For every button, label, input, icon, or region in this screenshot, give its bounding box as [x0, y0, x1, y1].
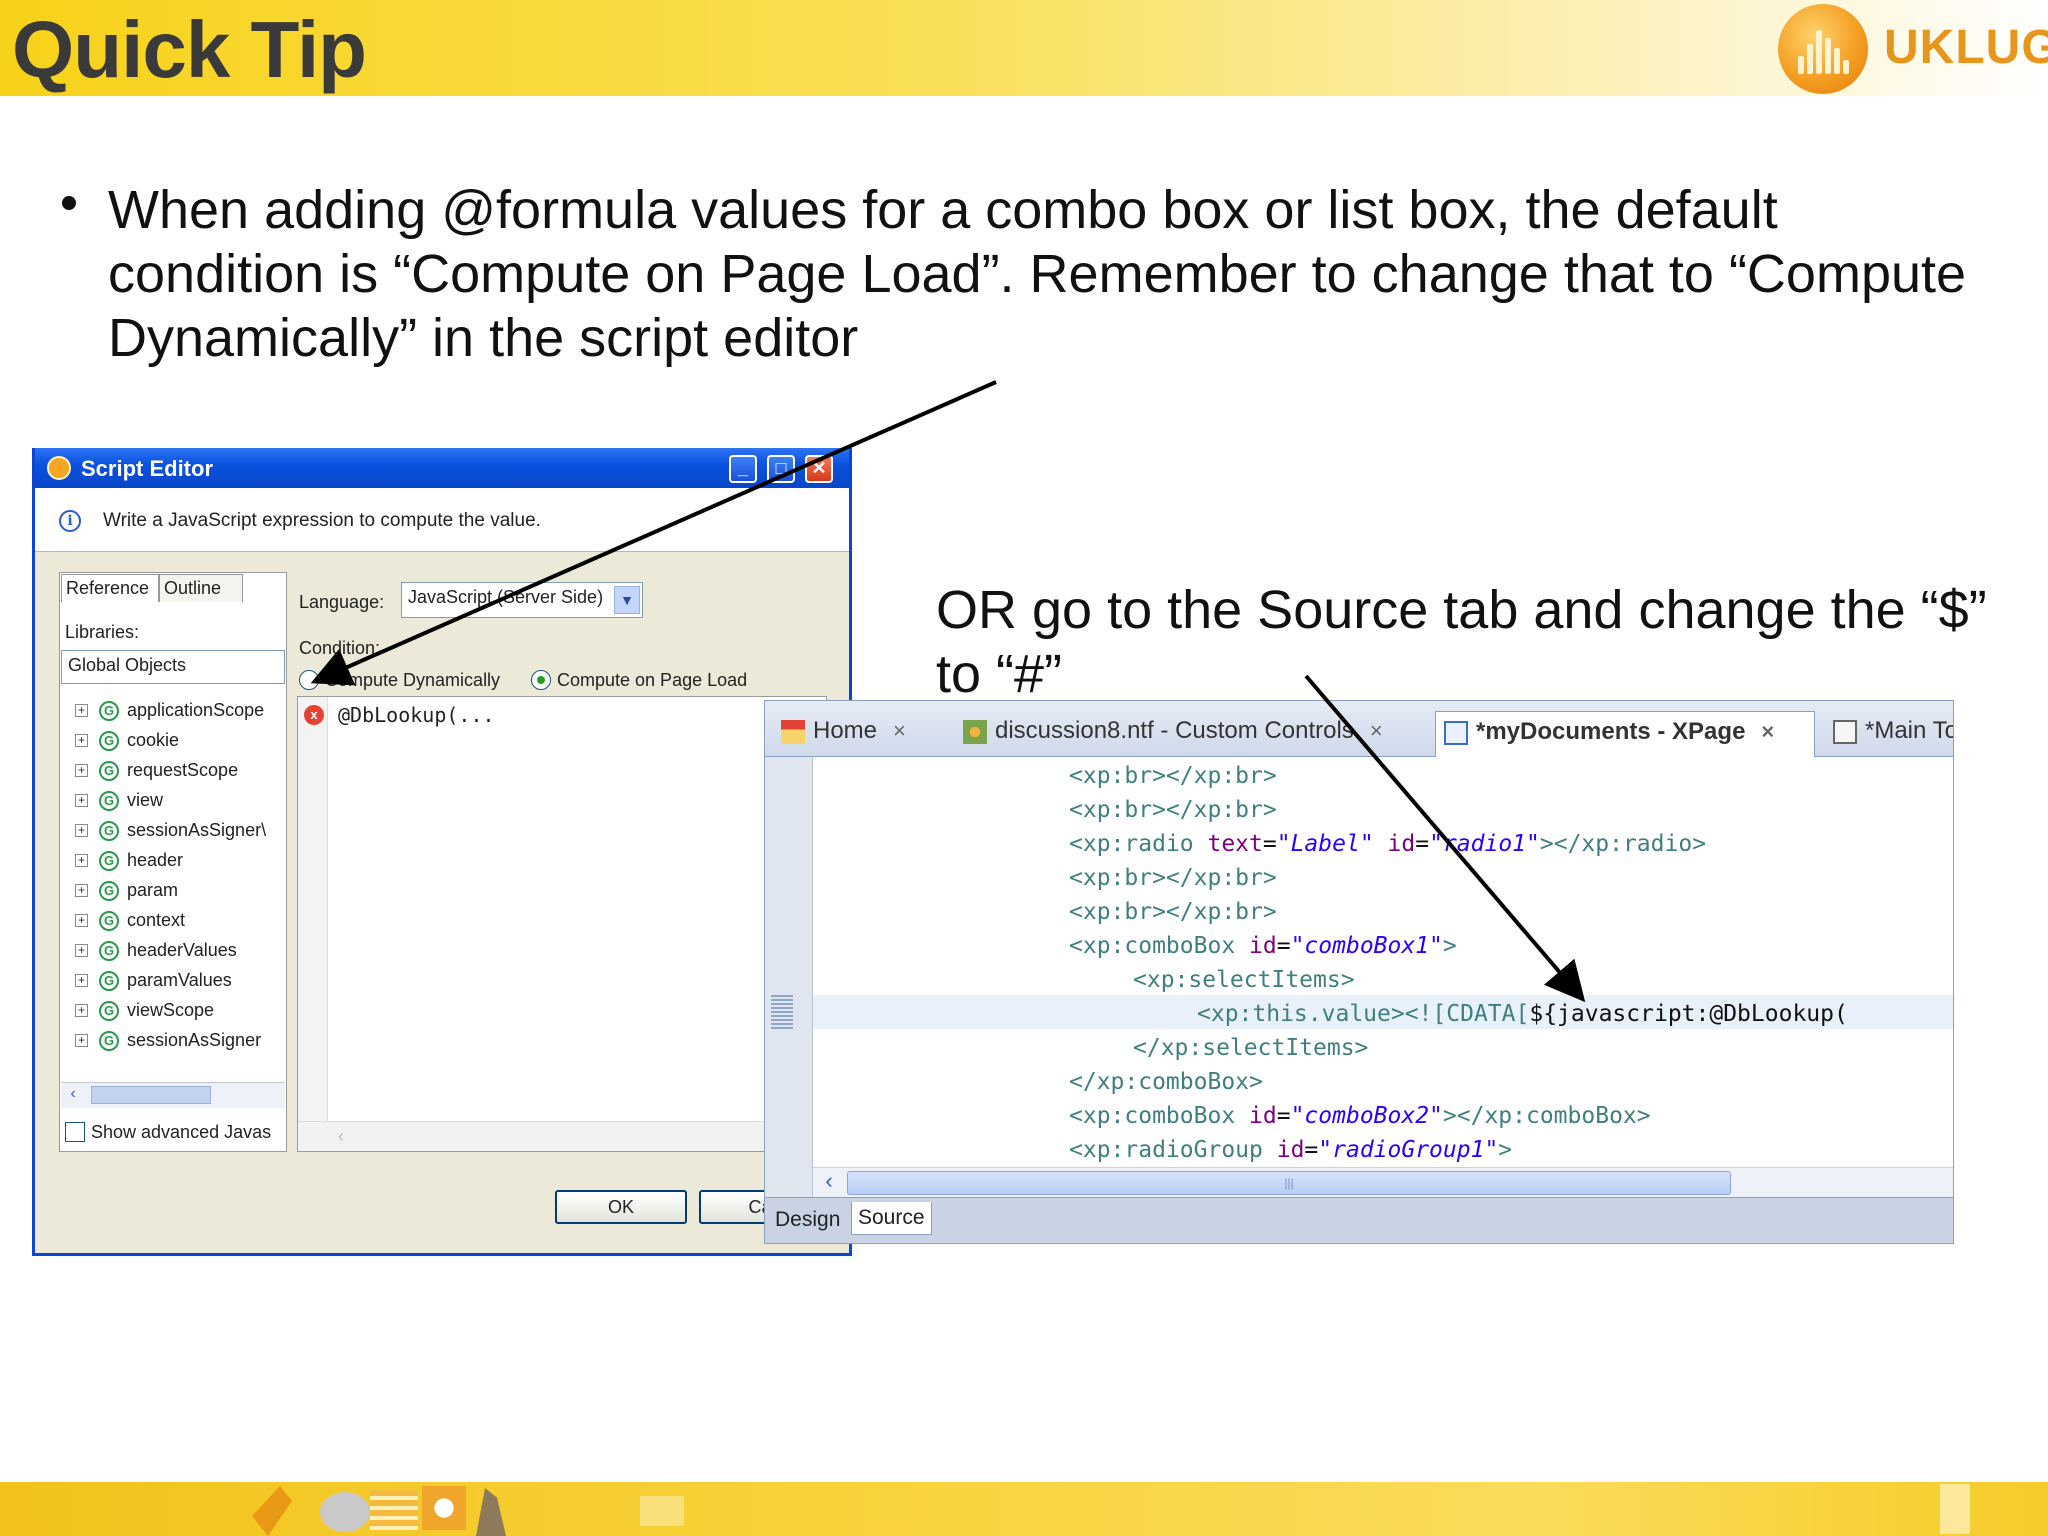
arrow-to-compute-dynamically: [310, 380, 997, 686]
arrow-to-dollar-sign: [1304, 674, 1586, 1003]
footer-decoration: [476, 1488, 506, 1536]
footer-bar: [0, 1482, 2048, 1536]
footer-decoration: [320, 1492, 370, 1532]
annotation-arrows: [310, 380, 1586, 1003]
footer-decoration: [252, 1486, 292, 1536]
footer-decoration: [422, 1486, 466, 1530]
footer-decoration: [640, 1496, 684, 1526]
footer-decoration: [370, 1490, 418, 1530]
footer-decoration: [1940, 1484, 1970, 1534]
